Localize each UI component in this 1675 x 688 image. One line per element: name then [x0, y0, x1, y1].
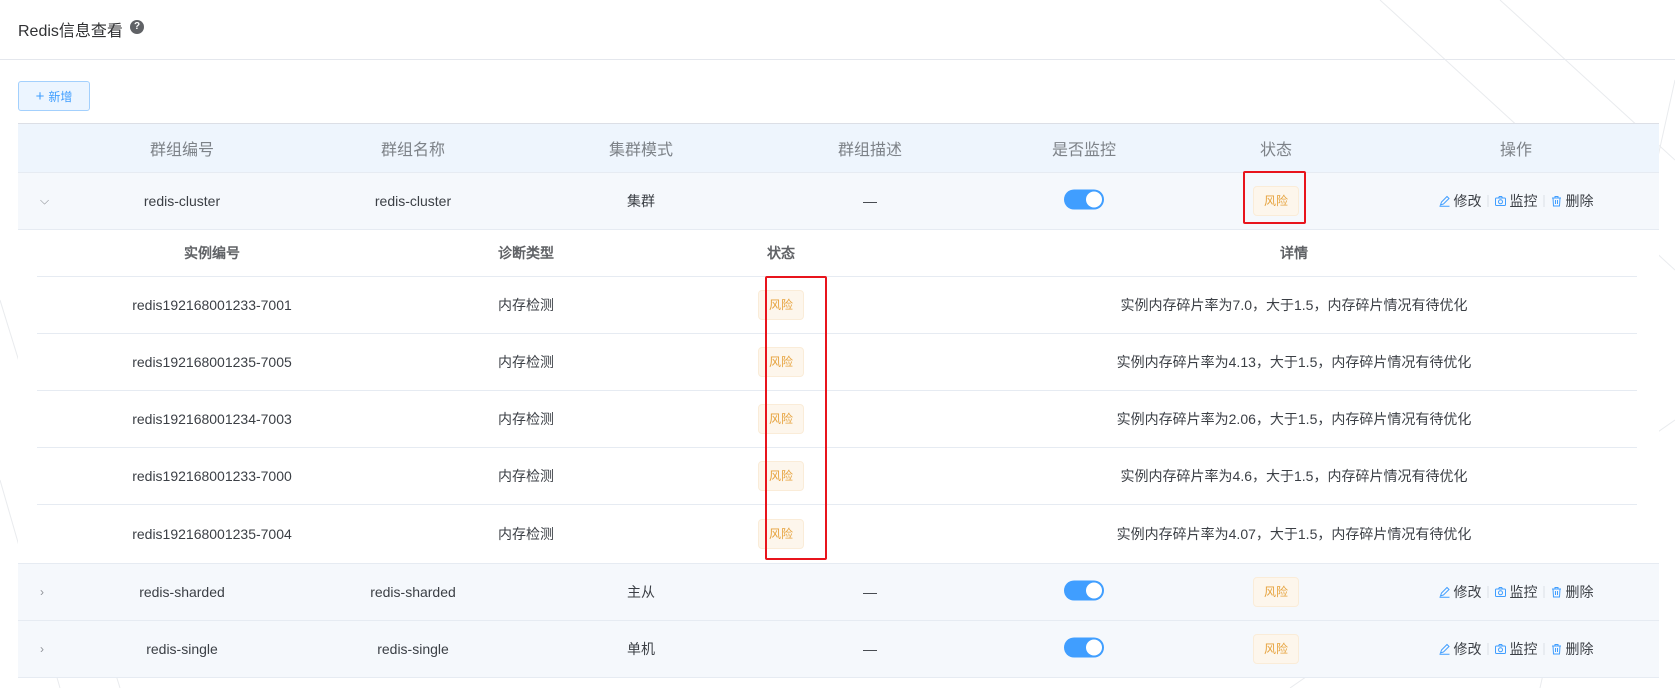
diagnosis-detail: 实例内存碎片率为4.6，大于1.5，内存碎片情况有待优化 — [1120, 468, 1468, 484]
trash-icon — [1552, 196, 1561, 207]
table-row: › redis-sharded redis-sharded 主从 — 风险 修改… — [18, 564, 1659, 621]
column-header-group-name: 群组名称 — [380, 142, 446, 159]
table-row: ⌵ redis-cluster redis-cluster 集群 — 风险 修改… — [18, 173, 1659, 230]
diagnosis-detail: 实例内存碎片率为7.0，大于1.5，内存碎片情况有待优化 — [1120, 297, 1468, 313]
group-desc: — — [863, 641, 877, 657]
status-badge: 风险 — [757, 461, 805, 491]
column-header-diagnosis-type: 诊断类型 — [498, 245, 554, 261]
edit-button[interactable]: 修改 — [1439, 191, 1482, 211]
status-badge: 风险 — [757, 347, 805, 377]
column-header-instance-id: 实例编号 — [184, 245, 240, 261]
page-header: Redis信息查看 ? — [0, 0, 1675, 60]
table-header: 群组编号 群组名称 集群模式 群组描述 是否监控 状态 操作 — [18, 123, 1659, 173]
expanded-detail: 实例编号 诊断类型 状态 详情 redis192168001233-7001 内… — [18, 230, 1659, 564]
edit-icon — [1439, 195, 1450, 207]
plus-icon: + — [35, 87, 45, 105]
diagnosis-row: redis192168001235-7005 内存检测 风险 实例内存碎片率为4… — [37, 334, 1637, 391]
diagnosis-type: 内存检测 — [498, 468, 554, 484]
edit-button[interactable]: 修改 — [1439, 582, 1482, 602]
instance-id: redis192168001233-7001 — [132, 297, 292, 313]
column-header-monitored: 是否监控 — [1051, 142, 1117, 159]
chevron-right-icon[interactable]: › — [40, 642, 44, 656]
status-badge: 风险 — [1252, 577, 1300, 607]
row-actions: 修改 监控 删除 — [1439, 582, 1594, 602]
camera-icon — [1495, 644, 1506, 654]
status-badge: 风险 — [757, 518, 805, 549]
redis-group-table: 群组编号 群组名称 集群模式 群组描述 是否监控 状态 操作 ⌵ redis-c… — [18, 123, 1659, 678]
delete-button[interactable]: 删除 — [1551, 639, 1594, 659]
group-desc: — — [863, 193, 877, 209]
status-badge: 风险 — [1252, 186, 1300, 216]
monitor-button[interactable]: 监控 — [1495, 582, 1538, 602]
monitor-button[interactable]: 监控 — [1495, 191, 1538, 211]
column-header-diagnosis-status: 状态 — [767, 245, 795, 261]
question-circle-icon[interactable]: ? — [130, 20, 144, 34]
status-badge: 风险 — [757, 290, 805, 320]
chevron-down-icon[interactable]: ⌵ — [40, 194, 49, 209]
cluster-mode: 集群 — [627, 193, 655, 209]
edit-icon — [1439, 586, 1450, 598]
status-badge: 风险 — [757, 404, 805, 434]
column-header-group-desc: 群组描述 — [837, 142, 903, 159]
column-header-cluster-mode: 集群模式 — [608, 142, 674, 159]
group-id: redis-single — [146, 641, 218, 657]
add-button-label: 新增 — [48, 89, 73, 104]
diagnosis-type: 内存检测 — [498, 525, 554, 542]
column-header-detail: 详情 — [1280, 245, 1308, 261]
diagnosis-type: 内存检测 — [498, 354, 554, 370]
diagnosis-type: 内存检测 — [498, 297, 554, 313]
cluster-mode: 主从 — [627, 584, 655, 600]
row-actions: 修改 监控 删除 — [1439, 639, 1594, 659]
trash-icon — [1552, 644, 1561, 655]
trash-icon — [1552, 587, 1561, 598]
instance-id: redis192168001234-7003 — [132, 411, 292, 427]
cluster-mode: 单机 — [627, 641, 655, 657]
diagnosis-table-header: 实例编号 诊断类型 状态 详情 — [37, 230, 1637, 277]
table-row: › redis-single redis-single 单机 — 风险 修改 监… — [18, 621, 1659, 678]
diagnosis-detail: 实例内存碎片率为4.13，大于1.5，内存碎片情况有待优化 — [1116, 354, 1472, 370]
row-actions: 修改 监控 删除 — [1439, 191, 1594, 211]
monitor-toggle[interactable] — [1064, 637, 1104, 661]
group-name: redis-single — [377, 641, 449, 657]
group-name: redis-sharded — [370, 584, 456, 600]
column-header-actions: 操作 — [1499, 142, 1533, 159]
diagnosis-type: 内存检测 — [498, 411, 554, 427]
diagnosis-row: redis192168001233-7001 内存检测 风险 实例内存碎片率为7… — [37, 277, 1637, 334]
monitor-toggle[interactable] — [1064, 189, 1104, 213]
camera-icon — [1495, 587, 1506, 597]
diagnosis-row: redis192168001234-7003 内存检测 风险 实例内存碎片率为2… — [37, 391, 1637, 448]
chevron-right-icon[interactable]: › — [40, 585, 44, 599]
status-badge: 风险 — [1252, 634, 1300, 664]
diagnosis-detail: 实例内存碎片率为2.06，大于1.5，内存碎片情况有待优化 — [1116, 411, 1472, 427]
page-title: Redis信息查看 — [18, 23, 123, 40]
column-header-group-id: 群组编号 — [149, 142, 215, 159]
column-header-status: 状态 — [1259, 142, 1293, 159]
add-button[interactable]: + 新增 — [18, 81, 90, 111]
edit-button[interactable]: 修改 — [1439, 639, 1482, 659]
camera-icon — [1495, 196, 1506, 206]
diagnosis-detail: 实例内存碎片率为4.07，大于1.5，内存碎片情况有待优化 — [1116, 525, 1472, 542]
instance-id: redis192168001233-7000 — [132, 468, 292, 484]
delete-button[interactable]: 删除 — [1551, 191, 1594, 211]
diagnosis-row: redis192168001235-7004 内存检测 风险 实例内存碎片率为4… — [37, 505, 1637, 562]
diagnosis-table: 实例编号 诊断类型 状态 详情 redis192168001233-7001 内… — [37, 230, 1637, 562]
instance-id: redis192168001235-7005 — [132, 354, 292, 370]
monitor-button[interactable]: 监控 — [1495, 639, 1538, 659]
diagnosis-row: redis192168001233-7000 内存检测 风险 实例内存碎片率为4… — [37, 448, 1637, 505]
monitor-toggle[interactable] — [1064, 580, 1104, 604]
group-desc: — — [863, 584, 877, 600]
group-id: redis-cluster — [143, 193, 221, 209]
delete-button[interactable]: 删除 — [1551, 582, 1594, 602]
group-name: redis-cluster — [374, 193, 452, 209]
edit-icon — [1439, 643, 1450, 655]
group-id: redis-sharded — [139, 584, 225, 600]
instance-id: redis192168001235-7004 — [132, 525, 292, 542]
